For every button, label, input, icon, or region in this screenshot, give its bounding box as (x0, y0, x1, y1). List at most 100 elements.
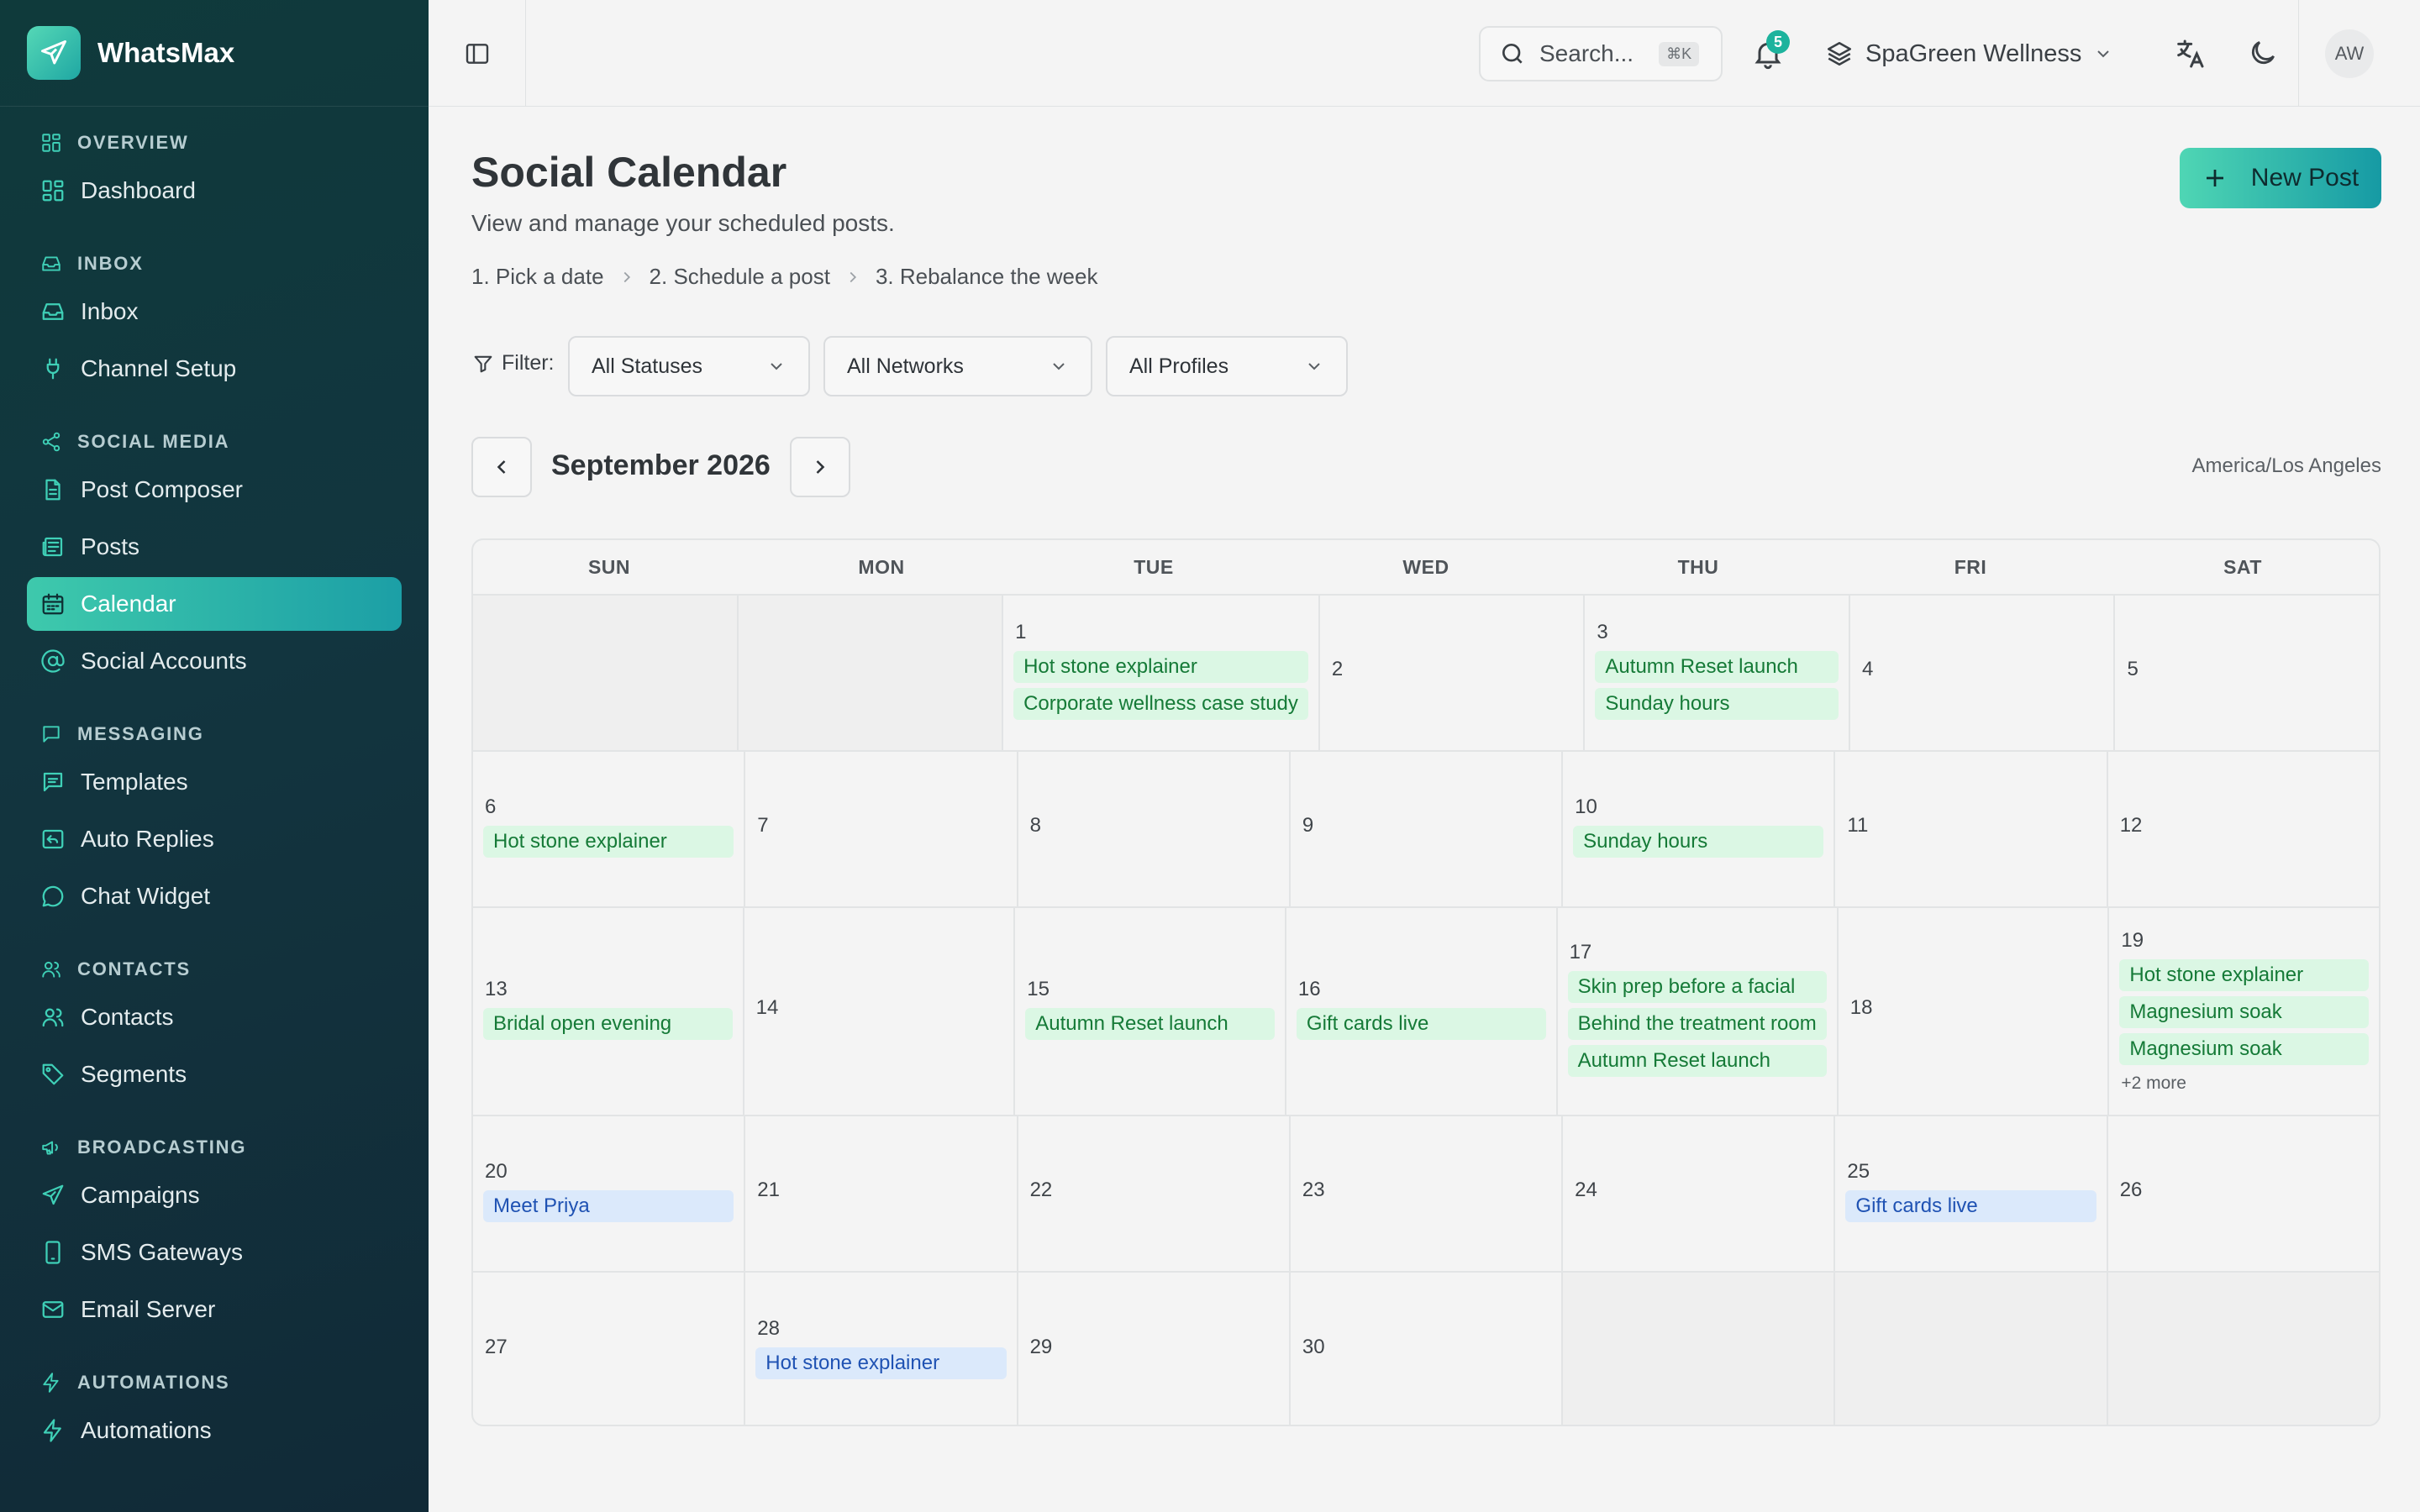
sidebar-item-inbox[interactable]: Inbox (27, 285, 402, 339)
filter-icon (474, 355, 492, 372)
calendar-day-cell[interactable]: 14 (744, 908, 1016, 1115)
sidebar-item-dashboard[interactable]: Dashboard (27, 164, 402, 218)
day-number: 13 (485, 978, 508, 1000)
calendar-day-cell[interactable]: 22 (1018, 1116, 1291, 1271)
sidebar-item-email-server[interactable]: Email Server (27, 1283, 402, 1336)
calendar-day-cell[interactable]: 19 Hot stone explainer Magnesium soak Magne… (2109, 908, 2379, 1115)
sidebar-item-label: Auto Replies (81, 826, 214, 852)
calendar-event[interactable]: Behind the treatment room (1567, 1008, 1827, 1040)
page-subtitle: View and manage your scheduled posts. (471, 210, 895, 236)
calendar-day-cell[interactable]: 24 (1563, 1116, 1836, 1271)
new-post-button[interactable]: New Post (2180, 148, 2381, 208)
calendar-event[interactable]: Magnesium soak (2119, 996, 2369, 1028)
zap-icon (43, 1419, 61, 1442)
calendar-day-cell[interactable]: 26 (2108, 1116, 2379, 1271)
calendar-event[interactable]: Corporate wellness case study (1013, 688, 1308, 720)
calendar-event[interactable]: Autumn Reset launch (1595, 651, 1839, 683)
document-icon (45, 479, 60, 501)
chevron-right-icon (816, 460, 825, 474)
calendar-event[interactable]: Hot stone explainer (483, 826, 734, 858)
calendar-day-cell[interactable]: 12 (2108, 752, 2379, 906)
calendar-day-cell[interactable]: 6 Hot stone explainer (473, 752, 746, 906)
day-number: 14 (755, 996, 779, 1019)
previous-month-button[interactable] (471, 437, 532, 497)
translate-icon (2177, 39, 2204, 68)
steps-breadcrumb: 1. Pick a date 2. Schedule a post 3. Reb… (471, 264, 1097, 290)
sidebar-item-chat-widget[interactable]: Chat Widget (27, 869, 402, 923)
calendar-event[interactable]: Skin prep before a facial (1567, 971, 1827, 1003)
calendar-event[interactable]: Sunday hours (1573, 826, 1824, 858)
status-filter-value: All Statuses (592, 354, 703, 378)
sidebar-item-posts[interactable]: Posts (27, 520, 402, 574)
calendar-day-cell[interactable]: 23 (1291, 1116, 1564, 1271)
sidebar-item-segments[interactable]: Segments (27, 1047, 402, 1101)
sidebar-item-sms-gateways[interactable]: SMS Gateways (27, 1226, 402, 1279)
calendar-day-cell[interactable]: 18 (1839, 908, 2110, 1115)
workspace-switcher[interactable]: SpaGreen Wellness (1825, 34, 2113, 74)
calendar-day-cell[interactable]: 7 (745, 752, 1018, 906)
calendar-day-cell[interactable]: 11 (1835, 752, 2108, 906)
calendar-day-cell[interactable]: 15 Autumn Reset launch (1015, 908, 1286, 1115)
language-button[interactable] (2173, 37, 2207, 71)
day-number: 27 (485, 1336, 508, 1358)
sidebar-item-post-composer[interactable]: Post Composer (27, 463, 402, 517)
sidebar-item-social-accounts[interactable]: Social Accounts (27, 634, 402, 688)
sidebar-item-campaigns[interactable]: Campaigns (27, 1168, 402, 1222)
sidebar-item-contacts[interactable]: Contacts (27, 990, 402, 1044)
calendar-day-cell[interactable]: 8 (1018, 752, 1291, 906)
calendar-day-cell[interactable]: 30 (1291, 1273, 1564, 1425)
section-label-text: AUTOMATIONS (77, 1372, 230, 1393)
calendar-day-cell[interactable]: 4 (1850, 596, 2116, 750)
calendar-event[interactable]: Magnesium soak (2119, 1033, 2369, 1065)
calendar-day-cell[interactable]: 5 (2115, 596, 2379, 750)
calendar-event[interactable]: Gift cards live (1845, 1190, 2096, 1222)
calendar-event[interactable]: Bridal open evening (483, 1008, 733, 1040)
status-filter-select[interactable]: All Statuses (568, 336, 810, 396)
calendar-event[interactable]: Autumn Reset launch (1025, 1008, 1275, 1040)
calendar-day-cell[interactable]: 13 Bridal open evening (473, 908, 744, 1115)
theme-toggle-button[interactable] (2247, 37, 2281, 71)
more-events-link[interactable]: +2 more (2119, 1074, 2369, 1094)
calendar-event[interactable]: Hot stone explainer (755, 1347, 1007, 1379)
calendar-event[interactable]: Autumn Reset launch (1567, 1045, 1827, 1077)
sidebar-item-auto-replies[interactable]: Auto Replies (27, 812, 402, 866)
calendar-day-cell[interactable]: 25 Gift cards live (1835, 1116, 2108, 1271)
calendar-day-cell[interactable]: 29 (1018, 1273, 1291, 1425)
header-divider (2298, 0, 2299, 107)
sidebar-item-calendar[interactable]: Calendar (27, 577, 402, 631)
smartphone-icon (45, 1241, 60, 1264)
calendar-day-cell[interactable]: 16 Gift cards live (1286, 908, 1558, 1115)
calendar-day-cell[interactable]: 1 Hot stone explainer Corporate wellness c… (1003, 596, 1320, 750)
sidebar-item-automations[interactable]: Automations (27, 1404, 402, 1457)
calendar-event[interactable]: Hot stone explainer (1013, 651, 1308, 683)
calendar-day-cell[interactable]: 21 (745, 1116, 1018, 1271)
brand[interactable]: WhatsMax (0, 0, 429, 107)
calendar-event[interactable]: Hot stone explainer (2119, 959, 2369, 991)
calendar-day-cell[interactable]: 2 (1320, 596, 1586, 750)
section-label-text: INBOX (77, 253, 144, 274)
at-sign-icon (41, 649, 65, 673)
calendar-day-cell[interactable]: 20 Meet Priya (473, 1116, 746, 1271)
calendar-event[interactable]: Sunday hours (1595, 688, 1839, 720)
calendar-day-cell[interactable]: 9 (1291, 752, 1564, 906)
network-filter-select[interactable]: All Networks (823, 336, 1092, 396)
calendar-day-cell[interactable]: 27 (473, 1273, 746, 1425)
sidebar-item-channel-setup[interactable]: Channel Setup (27, 342, 402, 396)
zap-icon (43, 1373, 59, 1393)
sidebar-toggle-button[interactable] (429, 0, 526, 107)
avatar[interactable]: AW (2325, 29, 2374, 78)
calendar-day-cell[interactable]: 10 Sunday hours (1563, 752, 1836, 906)
calendar-event[interactable]: Gift cards live (1296, 1008, 1546, 1040)
next-month-button[interactable] (790, 437, 850, 497)
calendar-day-cell[interactable]: 28 Hot stone explainer (745, 1273, 1018, 1425)
calendar-event[interactable]: Meet Priya (483, 1190, 734, 1222)
search-input[interactable]: Search... ⌘K (1479, 26, 1723, 81)
sidebar-item-templates[interactable]: Templates (27, 755, 402, 809)
calendar-day-cell[interactable]: 3 Autumn Reset launch Sunday hours (1585, 596, 1850, 750)
calendar-day-cell[interactable]: 17 Skin prep before a facial Behind the tr… (1558, 908, 1839, 1115)
share-icon (42, 432, 60, 452)
profile-filter-select[interactable]: All Profiles (1106, 336, 1348, 396)
